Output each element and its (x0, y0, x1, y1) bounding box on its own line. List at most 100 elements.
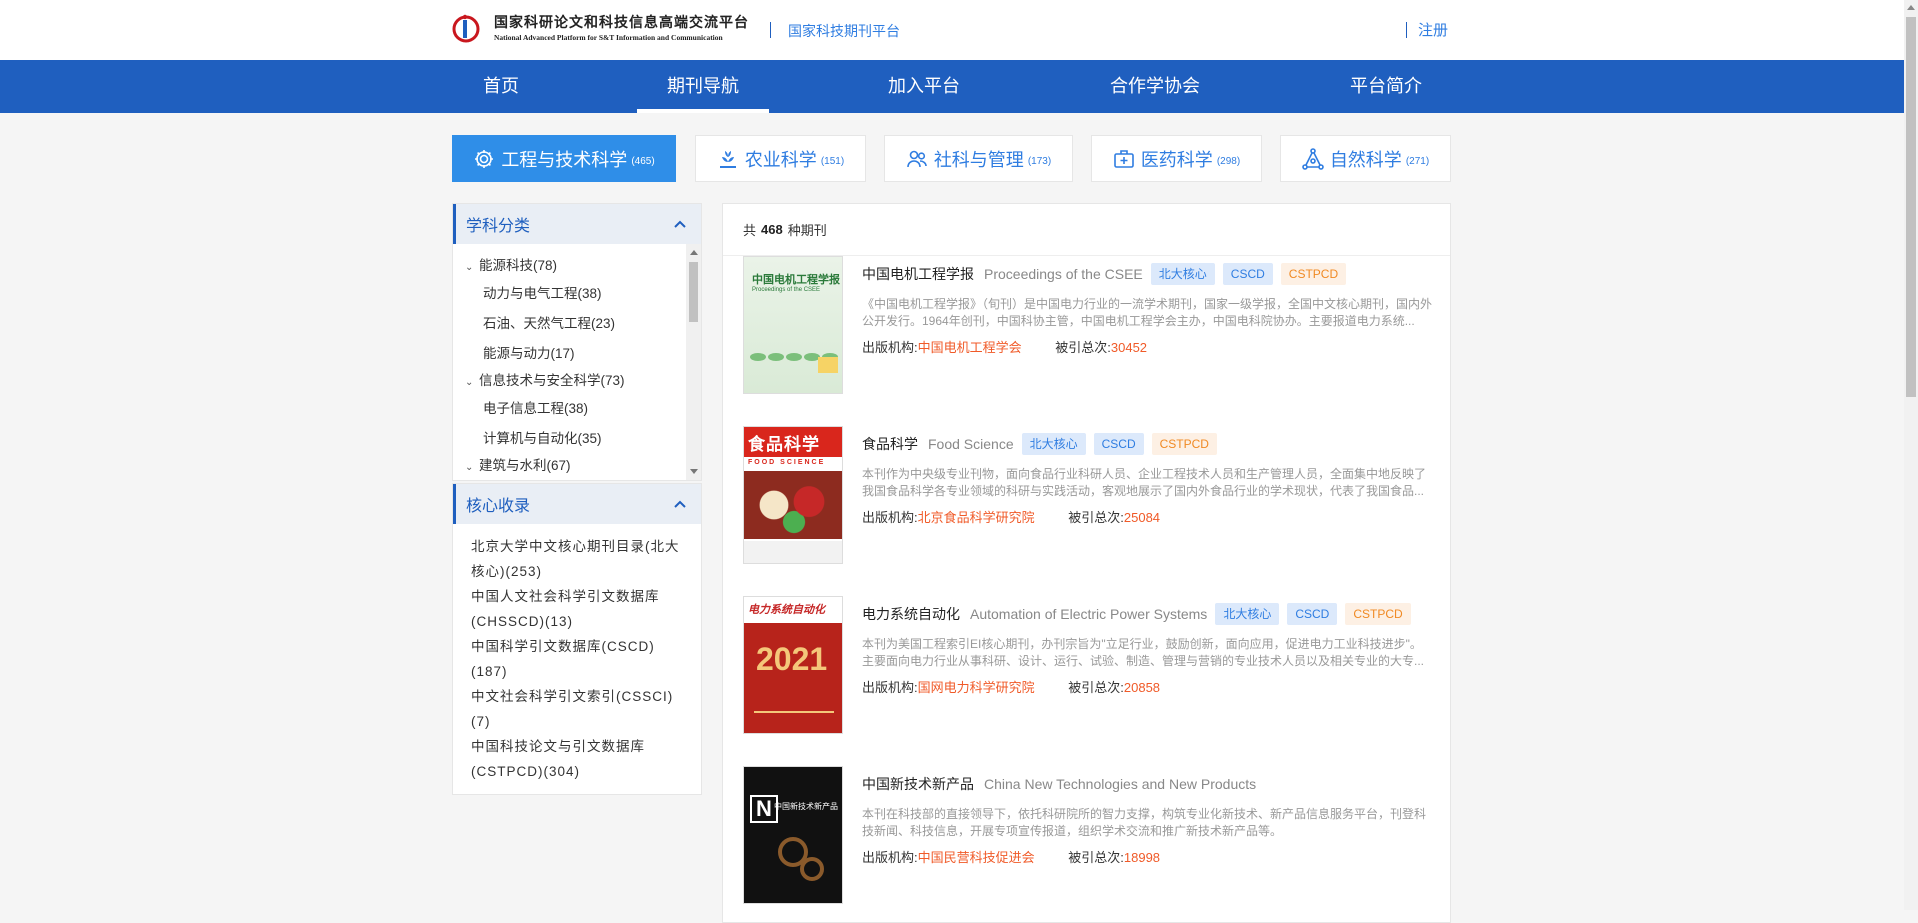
subject-tree: ⌄ 能源科技(78) 动力与电气工程(38) 石油、天然气工程(23) 能源与动力… (453, 244, 701, 480)
journal-title[interactable]: 食品科学 (862, 434, 918, 454)
publisher-label: 出版机构: (862, 680, 918, 695)
journal-cover[interactable]: N 中国新技术新产品 (743, 766, 843, 904)
publisher-label: 出版机构: (862, 510, 918, 525)
subject-item[interactable]: 电子信息工程(38) (483, 397, 588, 417)
category-tab-social-science[interactable]: 社科与管理 (173) (884, 135, 1073, 182)
category-label: 自然科学 (1329, 149, 1402, 170)
cite-label: 被引总次: (1068, 510, 1124, 525)
core-panel-title: 核心收录 (466, 498, 531, 515)
subject-item[interactable]: 动力与电气工程(38) (483, 282, 602, 302)
register-divider (1406, 22, 1407, 38)
publisher-label: 出版机构: (862, 340, 918, 355)
category-count: (173) (1027, 156, 1052, 167)
core-item-chsscd[interactable]: 中国人文社会科学引文数据库(CHSSCD)(13) (471, 584, 691, 634)
journal-publisher[interactable]: 中国民营科技促进会 (918, 850, 1035, 865)
journal-title[interactable]: 中国电机工程学报 (862, 264, 974, 284)
journal-cover[interactable]: 电力系统自动化 2021 (743, 596, 843, 734)
journal-publisher[interactable]: 中国电机工程学会 (918, 340, 1022, 355)
nav-platform-intro[interactable]: 平台简介 (1336, 60, 1436, 113)
category-label: 医药科学 (1140, 149, 1213, 170)
logo-subtitle: National Advanced Platform for S&T Infor… (494, 33, 723, 42)
chevron-down-icon[interactable]: ⌄ (465, 262, 479, 273)
chevron-down-icon[interactable]: ⌄ (465, 462, 479, 473)
category-count: (271) (1405, 156, 1430, 167)
nav-join-platform[interactable]: 加入平台 (874, 60, 974, 113)
category-count: (465) (631, 156, 655, 167)
subject-scrollbar[interactable] (686, 244, 701, 480)
journal-title[interactable]: 中国新技术新产品 (862, 774, 974, 794)
gear-icon (473, 148, 495, 170)
page-scroll-thumb[interactable] (1906, 17, 1916, 397)
platform-link[interactable]: 国家科技期刊平台 (788, 22, 900, 40)
journal-publisher[interactable]: 国网电力科学研究院 (918, 680, 1035, 695)
scroll-thumb[interactable] (689, 262, 698, 322)
journal-english-title[interactable]: Automation of Electric Power Systems (970, 606, 1207, 622)
journal-english-title[interactable]: Food Science (928, 436, 1014, 452)
people-icon (906, 148, 928, 170)
subject-item-architecture[interactable]: ⌄ 建筑与水利(67) (465, 454, 571, 474)
nav-cooperation[interactable]: 合作学协会 (1098, 60, 1212, 113)
subject-item-energy[interactable]: ⌄ 能源科技(78) (465, 254, 557, 274)
chevron-up-icon[interactable] (673, 497, 687, 511)
count-suffix: 种期刊 (787, 223, 827, 238)
main-nav: 首页 期刊导航 加入平台 合作学协会 平台简介 (0, 60, 1904, 113)
journal-cite-count: 18998 (1123, 850, 1161, 865)
tag-pku-core: 北大核心 (1021, 433, 1086, 455)
tag-pku-core: 北大核心 (1150, 263, 1215, 285)
scroll-up-arrow-icon[interactable] (690, 250, 698, 255)
top-header: 国家科研论文和科技信息高端交流平台 National Advanced Plat… (0, 0, 1904, 60)
subject-item[interactable]: 计算机与自动化(35) (483, 427, 602, 447)
medical-kit-icon (1113, 148, 1135, 170)
core-item-cstpcd[interactable]: 中国科技论文与引文数据库(CSTPCD)(304) (471, 734, 691, 784)
journal-item: 中国电机工程学报 Proceedings of the CSEE 中国电机工程学… (743, 256, 1433, 396)
tag-pku-core: 北大核心 (1215, 603, 1280, 625)
journal-english-title[interactable]: China New Technologies and New Products (984, 776, 1256, 792)
subject-panel-header[interactable]: 学科分类 (453, 204, 701, 244)
journal-english-title[interactable]: Proceedings of the CSEE (984, 266, 1143, 282)
register-link[interactable]: 注册 (1418, 21, 1448, 41)
journal-publisher[interactable]: 北京食品科学研究院 (918, 510, 1035, 525)
journal-description: 《中国电机工程学报》（旬刊）是中国电力行业的一流学术期刊，国家一级学报，全国中文… (862, 297, 1432, 328)
subject-item[interactable]: 石油、天然气工程(23) (483, 312, 615, 332)
category-tab-natural-science[interactable]: 自然科学 (271) (1280, 135, 1451, 182)
core-item-cscd[interactable]: 中国科学引文数据库(CSCD)(187) (471, 634, 691, 684)
tag-cstpcd: CSTPCD (1151, 433, 1217, 455)
category-label: 农业科学 (744, 149, 817, 170)
journal-cover[interactable]: 中国电机工程学报 Proceedings of the CSEE (743, 256, 843, 394)
chevron-down-icon[interactable]: ⌄ (465, 377, 479, 388)
tag-cscd: CSCD (1222, 263, 1273, 285)
journal-cite-count: 30452 (1110, 340, 1148, 355)
subject-item-information[interactable]: ⌄ 信息技术与安全科学(73) (465, 369, 625, 389)
cite-label: 被引总次: (1055, 340, 1111, 355)
journal-cover[interactable]: 食品科学 FOOD SCIENCE (743, 426, 843, 564)
subject-item[interactable]: 能源与动力(17) (483, 342, 575, 362)
core-item-cssci[interactable]: 中文社会科学引文索引(CSSCI)(7) (471, 684, 691, 734)
journal-title[interactable]: 电力系统自动化 (862, 604, 960, 624)
wheat-icon (717, 148, 739, 170)
site-logo[interactable]: 国家科研论文和科技信息高端交流平台 National Advanced Plat… (452, 14, 749, 44)
journal-list-panel: 共 468 种期刊 中国电机工程学报 Proceedings of the CS… (722, 203, 1451, 923)
publisher-label: 出版机构: (862, 850, 918, 865)
subject-panel: 学科分类 ⌄ 能源科技(78) 动力与电气工程(38) 石油、天然气工程(23) … (452, 203, 702, 481)
chevron-up-icon[interactable] (673, 217, 687, 231)
journal-description: 本刊在科技部的直接领导下，依托科研院所的智力支撑，构筑专业化新技术、新产品信息服… (862, 807, 1427, 838)
scroll-down-arrow-icon[interactable] (690, 469, 698, 474)
core-panel-header[interactable]: 核心收录 (453, 484, 701, 524)
nav-home[interactable]: 首页 (466, 60, 536, 113)
journal-cite-count: 25084 (1123, 510, 1161, 525)
count-prefix: 共 (743, 223, 757, 238)
nav-journal-guide[interactable]: 期刊导航 (637, 60, 769, 113)
journal-item: 食品科学 FOOD SCIENCE 食品科学 Food Science 北大核心… (743, 426, 1433, 566)
category-count: (151) (820, 156, 845, 167)
logo-title: 国家科研论文和科技信息高端交流平台 (494, 16, 749, 31)
scroll-up-arrow-icon[interactable] (1907, 5, 1915, 10)
core-item-pku[interactable]: 北京大学中文核心期刊目录(北大核心)(253) (471, 534, 691, 584)
tag-cscd: CSCD (1093, 433, 1144, 455)
category-label: 工程与技术科学 (501, 149, 628, 170)
category-tab-medicine[interactable]: 医药科学 (298) (1091, 135, 1262, 182)
header-divider (770, 22, 771, 38)
category-tab-engineering[interactable]: 工程与技术科学 (465) (452, 135, 676, 182)
page-scrollbar[interactable] (1904, 0, 1918, 910)
journal-description: 本刊为美国工程索引EI核心期刊，办刊宗旨为"立足行业，鼓励创新，面向应用，促进电… (862, 637, 1425, 668)
category-tab-agriculture[interactable]: 农业科学 (151) (695, 135, 866, 182)
